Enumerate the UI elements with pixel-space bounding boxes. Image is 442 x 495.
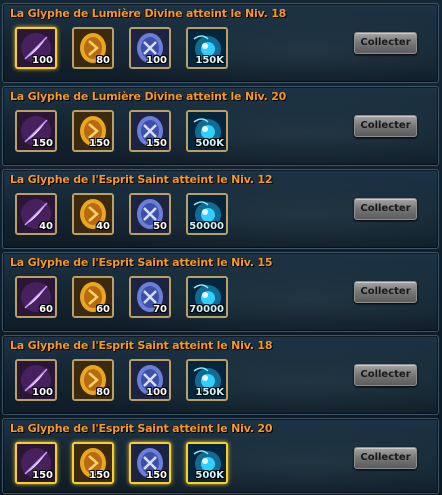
reward-quantity: 500K [195, 138, 224, 149]
reward-slot[interactable]: 150K [186, 359, 228, 401]
collect-button[interactable]: Collecter [354, 447, 417, 469]
reward-slot[interactable]: 150 [129, 442, 171, 484]
row-title: La Glyphe de Lumière Divine atteint le N… [10, 90, 287, 103]
reward-quantity: 70 [153, 304, 167, 315]
reward-quantity: 60 [96, 304, 110, 315]
row-title: La Glyphe de Lumière Divine atteint le N… [10, 7, 287, 20]
reward-row: La Glyphe de l'Esprit Saint atteint le N… [2, 252, 439, 332]
collect-button[interactable]: Collecter [354, 281, 417, 303]
reward-quantity: 100 [32, 387, 53, 398]
reward-slot[interactable]: 40 [72, 193, 114, 235]
reward-slot[interactable]: 70000 [186, 276, 228, 318]
reward-slot[interactable]: 100 [15, 359, 57, 401]
reward-slot[interactable]: 500K [186, 110, 228, 152]
reward-quantity: 40 [39, 221, 53, 232]
reward-slot[interactable]: 100 [129, 27, 171, 69]
row-title: La Glyphe de l'Esprit Saint atteint le N… [10, 422, 273, 435]
reward-quantity: 500K [195, 470, 224, 481]
reward-slot[interactable]: 150 [129, 110, 171, 152]
collect-button[interactable]: Collecter [354, 364, 417, 386]
reward-quantity: 100 [146, 55, 167, 66]
reward-quantity: 150 [32, 470, 53, 481]
reward-slot[interactable]: 70 [129, 276, 171, 318]
reward-quantity: 60 [39, 304, 53, 315]
reward-quantity: 100 [32, 55, 53, 66]
reward-slot[interactable]: 60 [15, 276, 57, 318]
collect-button[interactable]: Collecter [354, 115, 417, 137]
reward-quantity: 150 [89, 138, 110, 149]
reward-slot[interactable]: 150 [72, 442, 114, 484]
reward-slot[interactable]: 60 [72, 276, 114, 318]
reward-slot[interactable]: 80 [72, 359, 114, 401]
reward-slot[interactable]: 150 [72, 110, 114, 152]
reward-slot[interactable]: 50 [129, 193, 171, 235]
reward-quantity: 150K [195, 55, 224, 66]
reward-slot[interactable]: 150 [15, 442, 57, 484]
reward-quantity: 150 [89, 470, 110, 481]
row-title: La Glyphe de l'Esprit Saint atteint le N… [10, 339, 273, 352]
collect-button[interactable]: Collecter [354, 198, 417, 220]
reward-slot[interactable]: 150K [186, 27, 228, 69]
reward-row: La Glyphe de Lumière Divine atteint le N… [2, 3, 439, 83]
reward-quantity: 70000 [189, 304, 224, 315]
row-title: La Glyphe de l'Esprit Saint atteint le N… [10, 173, 273, 186]
reward-slot[interactable]: 40 [15, 193, 57, 235]
reward-quantity: 150 [146, 138, 167, 149]
row-title: La Glyphe de l'Esprit Saint atteint le N… [10, 256, 273, 269]
reward-slot[interactable]: 100 [129, 359, 171, 401]
quest-reward-panel: La Glyphe de Lumière Divine atteint le N… [0, 0, 442, 495]
reward-slot[interactable]: 50000 [186, 193, 228, 235]
reward-quantity: 150 [32, 138, 53, 149]
reward-slot[interactable]: 80 [72, 27, 114, 69]
reward-quantity: 40 [96, 221, 110, 232]
reward-row: La Glyphe de Lumière Divine atteint le N… [2, 86, 439, 166]
reward-quantity: 50000 [189, 221, 224, 232]
reward-quantity: 80 [96, 387, 110, 398]
reward-row: La Glyphe de l'Esprit Saint atteint le N… [2, 335, 439, 415]
reward-row: La Glyphe de l'Esprit Saint atteint le N… [2, 169, 439, 249]
reward-slot[interactable]: 500K [186, 442, 228, 484]
reward-quantity: 50 [153, 221, 167, 232]
reward-row: La Glyphe de l'Esprit Saint atteint le N… [2, 418, 439, 494]
reward-slot[interactable]: 150 [15, 110, 57, 152]
reward-quantity: 150 [146, 470, 167, 481]
collect-button[interactable]: Collecter [354, 32, 417, 54]
reward-quantity: 100 [146, 387, 167, 398]
reward-slot[interactable]: 100 [15, 27, 57, 69]
reward-quantity: 80 [96, 55, 110, 66]
reward-quantity: 150K [195, 387, 224, 398]
